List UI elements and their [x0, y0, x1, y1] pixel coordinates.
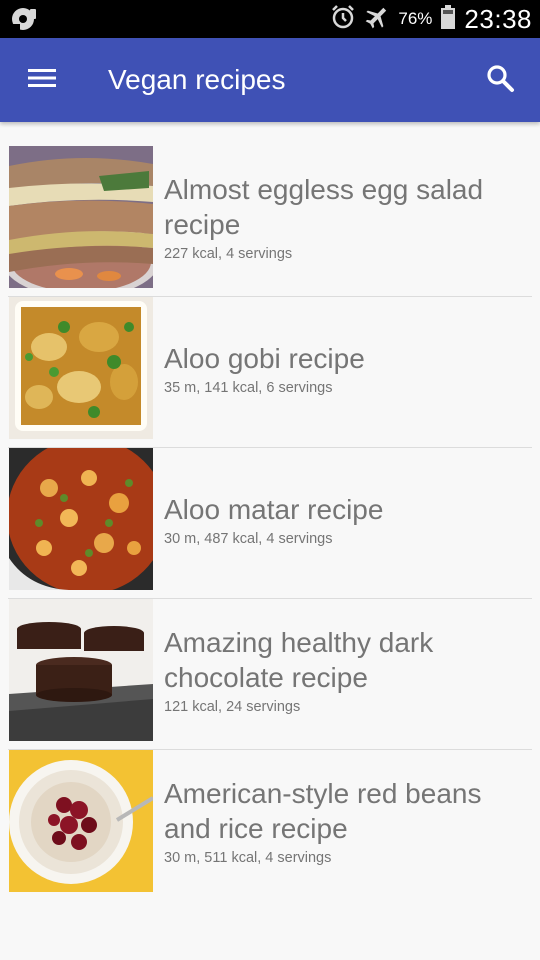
media-icon [10, 6, 40, 32]
recipe-title: Amazing healthy dark chocolate recipe [164, 627, 434, 693]
recipe-thumbnail [9, 297, 153, 439]
search-icon [485, 63, 515, 98]
recipe-meta: 30 m, 487 kcal, 4 servings [164, 530, 333, 547]
clock: 23:38 [464, 3, 532, 34]
recipe-thumbnail [9, 448, 153, 590]
app-bar: Vegan recipes [0, 38, 540, 122]
recipe-title: Aloo gobi recipe [164, 342, 365, 374]
recipe-title: Aloo matar recipe [164, 493, 384, 525]
recipe-thumbnail [9, 146, 153, 288]
recipe-title: Almost eggless egg salad recipe [164, 174, 484, 240]
status-bar: 76% 23:38 [0, 0, 540, 38]
alarm-icon [330, 4, 356, 35]
page-title: Vegan recipes [108, 64, 286, 95]
search-button[interactable] [478, 58, 522, 102]
battery-icon [440, 4, 456, 35]
recipe-list: Almost eggless egg salad recipe 227 kcal… [0, 146, 540, 901]
menu-icon [27, 66, 57, 95]
recipe-meta: 30 m, 511 kcal, 4 servings [164, 850, 332, 866]
recipe-thumbnail [9, 750, 153, 892]
airplane-icon [364, 4, 390, 35]
list-item[interactable]: Almost eggless egg salad recipe 227 kcal… [8, 146, 532, 297]
recipe-meta: 35 m, 141 kcal, 6 servings [164, 379, 333, 396]
recipe-title: American-style red beans and rice recipe [164, 778, 482, 844]
list-item[interactable]: Aloo matar recipe 30 m, 487 kcal, 4 serv… [8, 448, 532, 599]
menu-button[interactable] [20, 58, 64, 102]
recipe-meta: 121 kcal, 24 servings [164, 699, 301, 715]
list-item[interactable]: Aloo gobi recipe 35 m, 141 kcal, 6 servi… [8, 297, 532, 448]
recipe-thumbnail [9, 599, 153, 741]
list-item[interactable]: Amazing healthy dark chocolate recipe 12… [8, 599, 532, 750]
battery-percent: 76% [398, 9, 433, 28]
list-item[interactable]: American-style red beans and rice recipe… [8, 750, 532, 901]
recipe-meta: 227 kcal, 4 servings [164, 246, 293, 262]
